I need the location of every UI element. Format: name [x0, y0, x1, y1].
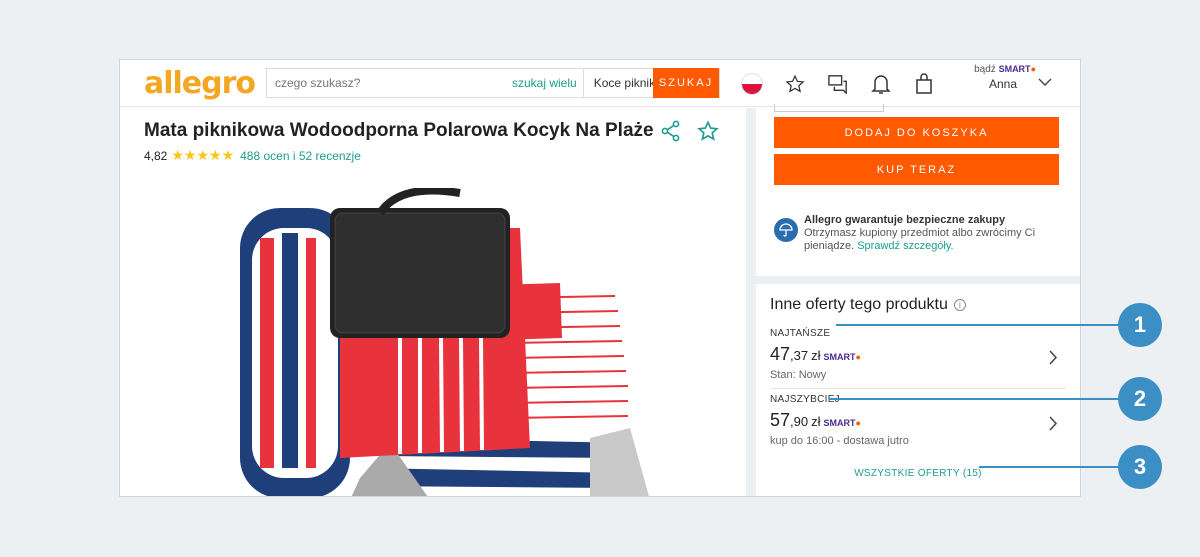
messages-icon[interactable]: [826, 72, 850, 96]
column-divider: [746, 108, 756, 496]
user-menu[interactable]: bądź SMART● Anna: [970, 64, 1036, 91]
product-rating: 4,82 ★★★★★ 488 ocen i 52 recenzje: [144, 147, 361, 164]
chevron-down-icon[interactable]: [1038, 78, 1052, 87]
search-many-link[interactable]: szukaj wielu: [512, 69, 584, 97]
offer-divider: [770, 388, 1066, 389]
browser-frame: allegro szukaj wielu Koce piknikowe, ...…: [119, 59, 1081, 497]
product-title: Mata piknikowa Wodoodporna Polarowa Kocy…: [144, 120, 654, 141]
umbrella-icon: [774, 218, 798, 242]
quantity-stepper[interactable]: [774, 104, 884, 112]
language-flag-icon[interactable]: [740, 72, 764, 96]
buy-now-button[interactable]: KUP TERAZ: [774, 154, 1059, 185]
purchase-panel: DODAJ DO KOSZYKA KUP TERAZ Allegro gwara…: [756, 104, 1080, 496]
guarantee-info: Allegro gwarantuje bezpieczne zakupy Otr…: [774, 214, 1064, 253]
star-icon[interactable]: [783, 72, 807, 96]
rating-value: 4,82: [144, 148, 168, 163]
smart-badge: SMART●: [998, 64, 1036, 74]
callout-badge-3: 3: [1118, 445, 1162, 489]
purchase-box: DODAJ DO KOSZYKA KUP TERAZ Allegro gwara…: [756, 104, 1080, 276]
rating-stars-icon: ★★★★★: [171, 147, 235, 163]
callout-badge-1: 1: [1118, 303, 1162, 347]
offer-fastest[interactable]: NAJSZYBCIEJ 57,90 zł SMART● kup do 16:00 …: [770, 394, 1066, 447]
favorite-star-icon[interactable]: [697, 120, 719, 147]
search-bar: szukaj wielu Koce piknikowe, ...: [266, 68, 720, 98]
bag-icon[interactable]: [912, 72, 936, 96]
share-icon[interactable]: [660, 120, 682, 147]
callout-line-1: [836, 324, 1120, 326]
top-header: allegro szukaj wielu Koce piknikowe, ...…: [120, 60, 1080, 107]
product-image[interactable]: [230, 188, 650, 497]
offer-price: 57,90 zł SMART●: [770, 410, 861, 430]
chevron-right-icon: [1049, 416, 1058, 431]
other-offers-heading: Inne oferty tego produktu i: [770, 296, 966, 314]
callout-badge-2: 2: [1118, 377, 1162, 421]
guarantee-title: Allegro gwarantuje bezpieczne zakupy: [804, 214, 1006, 226]
bell-icon[interactable]: [869, 72, 893, 96]
callout-line-2: [829, 398, 1120, 400]
offer-price: 47,37 zł SMART●: [770, 344, 861, 364]
reviews-link[interactable]: 488 ocen i 52 recenzje: [240, 149, 361, 163]
smart-badge: SMART●: [823, 418, 861, 428]
add-to-cart-button[interactable]: DODAJ DO KOSZYKA: [774, 117, 1059, 148]
guarantee-link[interactable]: Sprawdź szczegóły.: [857, 240, 953, 252]
callout-line-3: [979, 466, 1120, 468]
offer-label: NAJTAŃSZE: [770, 328, 831, 339]
offer-condition: Stan: Nowy: [770, 369, 827, 381]
search-input[interactable]: [267, 69, 512, 97]
offer-cheapest[interactable]: NAJTAŃSZE 47,37 zł SMART● Stan: Nowy: [770, 328, 1066, 381]
smart-badge: SMART●: [823, 352, 861, 362]
allegro-logo[interactable]: allegro: [144, 66, 256, 101]
user-name: Anna: [988, 77, 1018, 91]
offer-delivery: kup do 16:00 - dostawa jutro: [770, 435, 909, 447]
search-button[interactable]: SZUKAJ: [653, 68, 719, 98]
all-offers-link[interactable]: WSZYSTKIE OFERTY (15): [756, 468, 1080, 479]
product-section: Mata piknikowa Wodoodporna Polarowa Kocy…: [120, 108, 746, 497]
info-icon[interactable]: i: [953, 299, 966, 311]
chevron-right-icon: [1049, 350, 1058, 365]
